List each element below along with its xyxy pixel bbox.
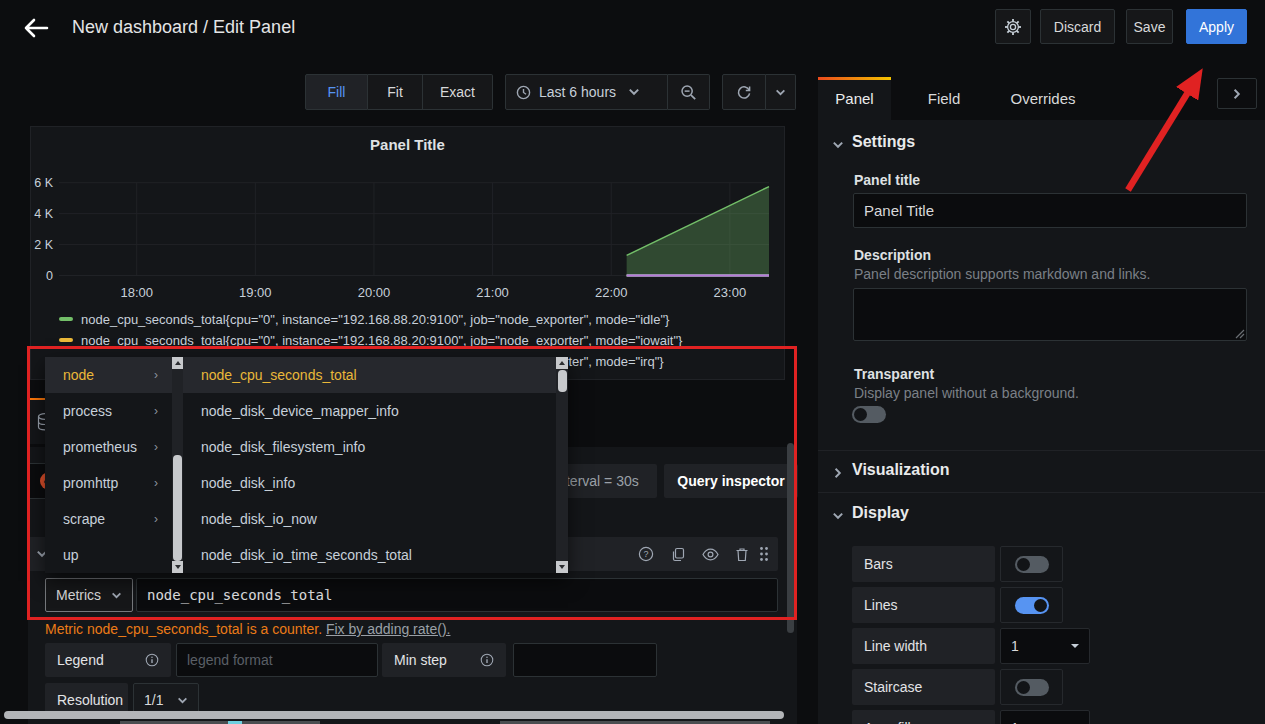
refresh-interval-dropdown[interactable]: [766, 74, 796, 110]
arrow-left-icon: [23, 17, 49, 39]
clock-icon: [516, 85, 531, 100]
section-divider: [818, 450, 1265, 451]
section-chevron-down-icon[interactable]: [832, 139, 844, 151]
svg-text:23:00: 23:00: [714, 285, 747, 300]
info-circle-icon: [480, 653, 494, 667]
staircase-label: Staircase: [852, 669, 995, 705]
pane-size-exact-button[interactable]: Exact: [423, 74, 493, 110]
zoom-out-button[interactable]: [668, 74, 710, 110]
annotation-rectangle: [27, 346, 797, 620]
svg-text:21:00: 21:00: [476, 285, 509, 300]
transparent-help: Display panel without a background.: [854, 385, 1079, 401]
pane-size-fill-button[interactable]: Fill: [305, 74, 368, 110]
legend-label: node_cpu_seconds_total{cpu="0", instance…: [81, 312, 669, 327]
svg-text:4 K: 4 K: [34, 207, 53, 221]
dashboard-settings-button[interactable]: [995, 9, 1031, 44]
tab-overrides[interactable]: Overrides: [993, 77, 1093, 120]
time-range-label: Last 6 hours: [539, 84, 616, 100]
apply-button[interactable]: Apply: [1186, 9, 1247, 44]
svg-text:19:00: 19:00: [239, 285, 272, 300]
description-help: Panel description supports markdown and …: [854, 266, 1151, 282]
display-section-header[interactable]: Display: [852, 504, 909, 522]
line-width-select[interactable]: 1: [1000, 628, 1090, 664]
annotation-arrow: [1100, 40, 1230, 200]
area-fill-select[interactable]: 1: [1000, 710, 1090, 724]
section-chevron-down-icon[interactable]: [832, 510, 844, 522]
settings-section-header[interactable]: Settings: [852, 133, 915, 151]
legend-format-input[interactable]: legend format: [176, 643, 378, 677]
line-width-label: Line width: [852, 628, 995, 664]
page-title: New dashboard / Edit Panel: [72, 17, 295, 38]
pane-size-fit-button[interactable]: Fit: [368, 74, 423, 110]
chevron-right-icon: [1231, 88, 1243, 100]
lines-label: Lines: [852, 587, 995, 623]
bars-label: Bars: [852, 546, 995, 582]
panel-preview: Panel Title 18:0019:0020:0021:0022:0023:…: [30, 126, 785, 380]
transparent-label: Transparent: [854, 366, 934, 382]
time-series-chart: 18:00 19:00 20:00 21:00 22:00 23:00 6 K 4 K 2 K 0: [31, 127, 784, 307]
caret-down-icon: [1071, 644, 1079, 648]
lines-control: [1000, 587, 1063, 623]
legend-swatch[interactable]: [59, 317, 73, 321]
bars-control: [1000, 546, 1063, 582]
legend-format-label: Legend: [45, 643, 171, 677]
query-warning: Metric node_cpu_seconds_total is a count…: [45, 621, 450, 637]
gear-icon: [1004, 18, 1022, 36]
svg-text:18:00: 18:00: [120, 285, 153, 300]
svg-text:2 K: 2 K: [34, 238, 53, 252]
discard-button[interactable]: Discard: [1040, 9, 1115, 44]
svg-text:20:00: 20:00: [358, 285, 391, 300]
top-header: New dashboard / Edit Panel Discard Save …: [0, 0, 1265, 56]
panel-title-label: Panel title: [854, 172, 920, 188]
description-label: Description: [854, 247, 931, 263]
refresh-button[interactable]: [722, 74, 766, 110]
info-circle-icon: [145, 653, 159, 667]
staircase-control: [1000, 669, 1063, 705]
horizontal-scrollbar[interactable]: [4, 711, 784, 719]
svg-text:0: 0: [46, 269, 53, 283]
visualization-section-header[interactable]: Visualization: [852, 461, 950, 479]
section-chevron-right-icon[interactable]: [832, 467, 844, 479]
staircase-toggle[interactable]: [1015, 679, 1049, 696]
transparent-toggle[interactable]: [852, 406, 886, 423]
tab-field[interactable]: Field: [909, 77, 979, 120]
svg-text:6 K: 6 K: [34, 176, 53, 190]
save-button[interactable]: Save: [1126, 9, 1173, 44]
warning-text: Metric node_cpu_seconds_total is a count…: [45, 621, 322, 637]
active-tab-indicator: [818, 77, 891, 80]
refresh-icon: [736, 84, 752, 100]
zoom-out-icon: [680, 84, 697, 101]
min-step-input[interactable]: [513, 643, 657, 677]
section-divider: [818, 492, 1265, 493]
chevron-down-icon: [177, 695, 188, 706]
chevron-down-icon: [628, 86, 640, 98]
tab-panel[interactable]: Panel: [818, 77, 891, 120]
panel-editor-toolbar: Fill Fit Exact Last 6 hours: [0, 56, 818, 126]
legend-item[interactable]: node_cpu_seconds_total{cpu="0", instance…: [59, 309, 669, 329]
legend-swatch[interactable]: [59, 338, 73, 342]
min-step-label: Min step: [382, 643, 506, 677]
resize-handle-icon[interactable]: [1235, 329, 1245, 339]
lines-toggle[interactable]: [1015, 597, 1049, 614]
chevron-down-icon: [775, 87, 786, 98]
back-arrow-button[interactable]: [20, 13, 52, 43]
area-fill-label: Area fill: [852, 710, 995, 724]
bars-toggle[interactable]: [1015, 556, 1049, 573]
fix-rate-link[interactable]: Fix by adding rate().: [326, 621, 451, 637]
time-range-picker[interactable]: Last 6 hours: [505, 74, 668, 110]
svg-text:22:00: 22:00: [595, 285, 628, 300]
description-textarea[interactable]: [853, 288, 1247, 341]
